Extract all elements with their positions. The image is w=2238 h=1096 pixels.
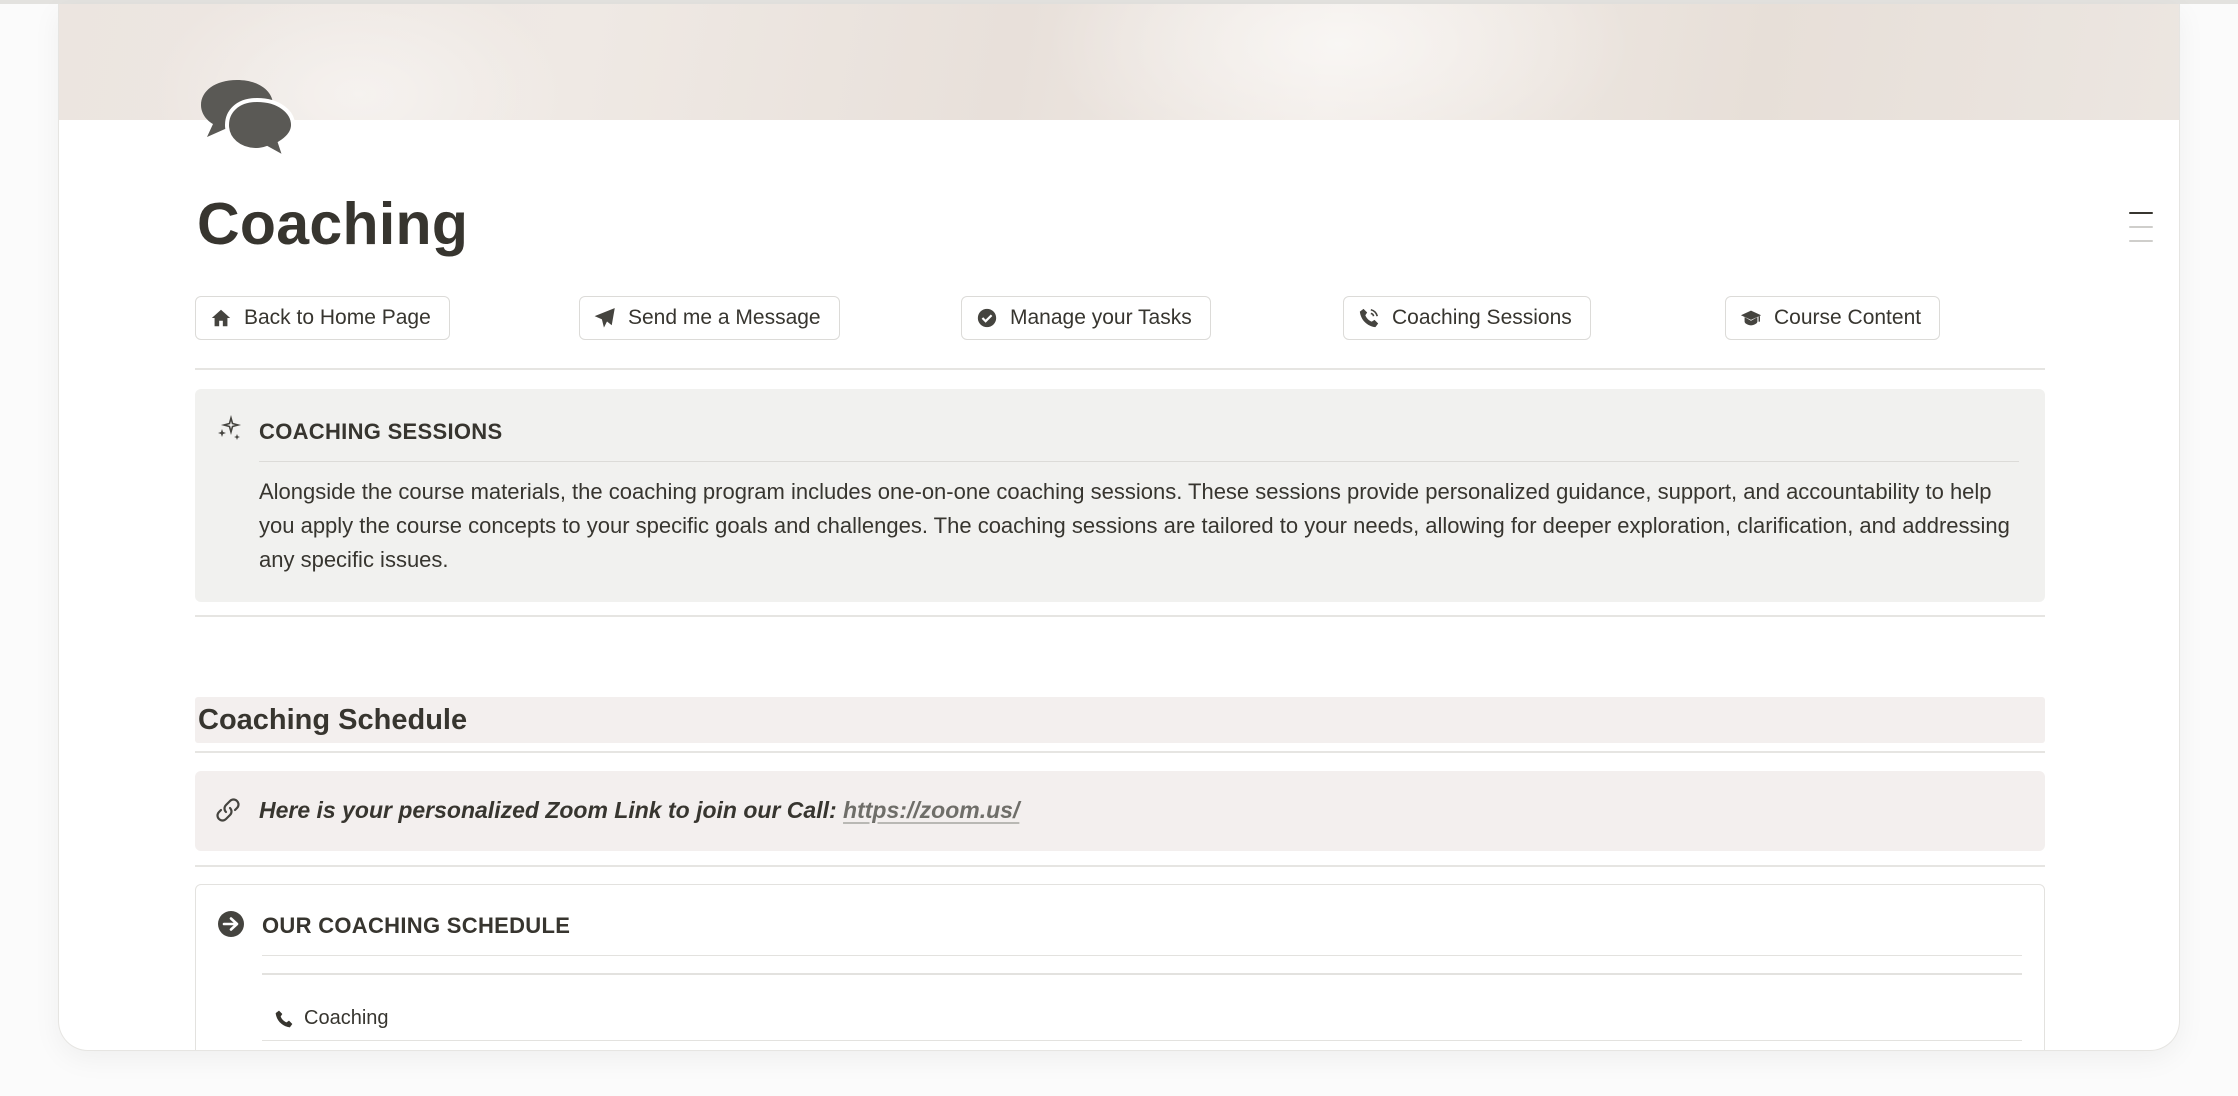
schedule-row-coaching[interactable]: Coaching <box>262 997 2022 1041</box>
button-label: Manage your Tasks <box>1010 306 1192 329</box>
speech-bubbles-icon <box>201 80 296 163</box>
divider <box>195 368 2045 370</box>
schedule-heading: Coaching Schedule <box>198 704 468 736</box>
divider <box>262 973 2022 975</box>
button-label: Coaching Sessions <box>1392 306 1572 329</box>
zoom-link[interactable]: https://zoom.us/ <box>843 797 1019 823</box>
coaching-sessions-button[interactable]: Coaching Sessions <box>1343 296 1591 340</box>
check-circle-icon <box>977 308 997 328</box>
divider <box>195 751 2045 753</box>
table-of-contents-toggle[interactable] <box>2129 212 2153 254</box>
button-label: Send me a Message <box>628 306 821 329</box>
coaching-sessions-callout: COACHING SESSIONS Alongside the course m… <box>195 389 2045 602</box>
send-message-button[interactable]: Send me a Message <box>579 296 840 340</box>
page-cover <box>59 4 2179 120</box>
divider <box>195 615 2045 617</box>
back-to-home-button[interactable]: Back to Home Page <box>195 296 450 340</box>
schedule-row-label: Coaching <box>304 1007 389 1029</box>
zoom-link-callout: Here is your personalized Zoom Link to j… <box>195 771 2045 851</box>
graduation-cap-icon <box>1740 310 1762 326</box>
paper-plane-icon <box>594 308 615 328</box>
course-content-button[interactable]: Course Content <box>1725 296 1941 340</box>
divider <box>195 865 2045 867</box>
sparkles-icon <box>218 415 242 440</box>
zoom-callout-label: Here is your personalized Zoom Link to j… <box>259 797 844 823</box>
phone-icon <box>1359 308 1379 328</box>
button-label: Back to Home Page <box>244 306 431 329</box>
page-title: Coaching <box>197 191 469 257</box>
arrow-circle-right-icon <box>218 911 244 937</box>
schedule-heading-block: Coaching Schedule <box>195 697 2045 743</box>
manage-tasks-button[interactable]: Manage your Tasks <box>961 296 1211 340</box>
callout-body: Alongside the course materials, the coac… <box>259 479 2010 572</box>
zoom-callout-text: Here is your personalized Zoom Link to j… <box>259 797 1019 824</box>
schedule-box-heading: OUR COACHING SCHEDULE <box>262 913 2022 956</box>
link-icon <box>216 798 240 822</box>
home-icon <box>211 309 231 327</box>
button-label: Course Content <box>1774 306 1922 329</box>
coaching-schedule-callout: OUR COACHING SCHEDULE Coaching <box>195 884 2045 1050</box>
phone-icon <box>275 1010 293 1027</box>
page-window: Coaching Back to Home Page Send me a Mes… <box>58 4 2180 1051</box>
callout-heading: COACHING SESSIONS <box>259 419 2019 462</box>
